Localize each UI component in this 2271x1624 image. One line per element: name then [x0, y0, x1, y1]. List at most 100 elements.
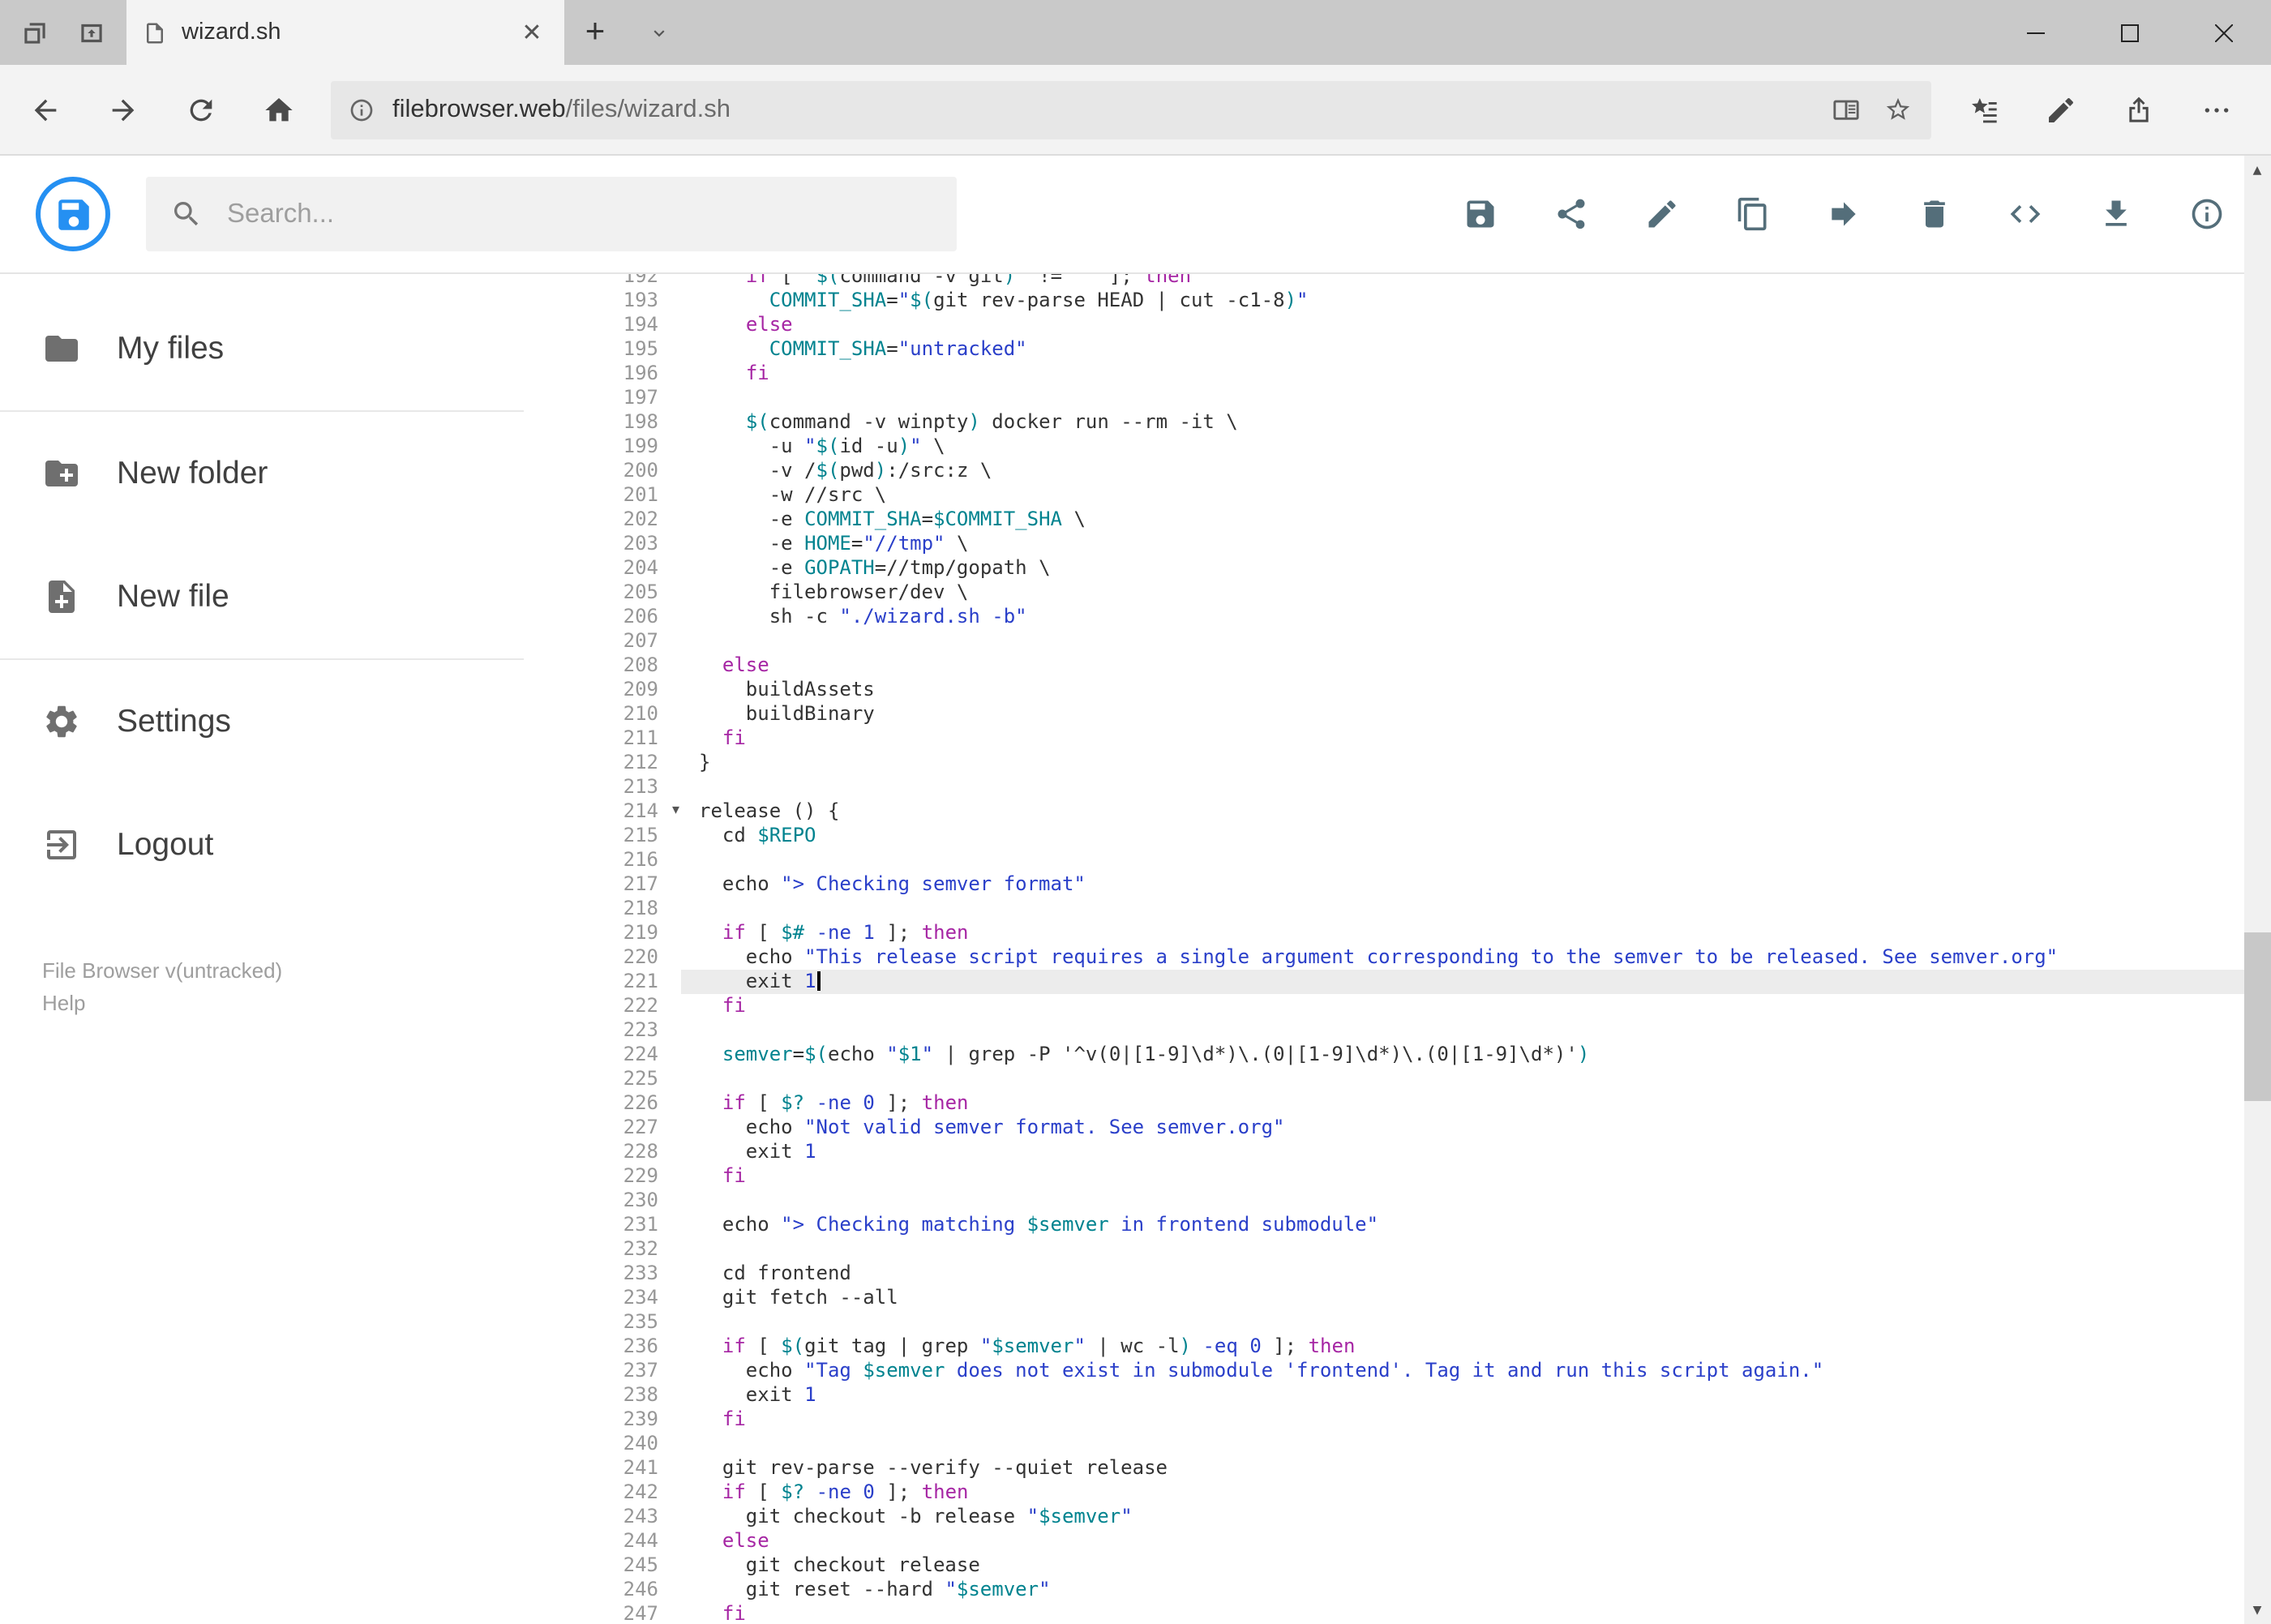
code-line[interactable]: 231 echo "> Checking matching $semver in… [524, 1213, 2243, 1237]
code-line[interactable]: 194 else [524, 313, 2243, 337]
fold-toggle-icon[interactable]: ▾ [672, 801, 679, 822]
code-line[interactable]: 235 [524, 1310, 2243, 1335]
code-line[interactable]: 224 semver=$(echo "$1" | grep -P '^v(0|[… [524, 1043, 2243, 1067]
code-line[interactable]: 198 $(command -v winpty) docker run --rm… [524, 410, 2243, 435]
sidebar-item-new-folder[interactable]: New folder [0, 412, 524, 535]
code-line[interactable]: 203 -e HOME="//tmp" \ [524, 532, 2243, 556]
code-line[interactable]: 218 [524, 897, 2243, 921]
code-line[interactable]: 228 exit 1 [524, 1140, 2243, 1164]
code-line[interactable]: 209 buildAssets [524, 678, 2243, 702]
code-line[interactable]: 201 -w //src \ [524, 483, 2243, 508]
code-line[interactable]: 236 if [ $(git tag | grep "$semver" | wc… [524, 1335, 2243, 1359]
code-line[interactable]: 239 fi [524, 1408, 2243, 1432]
code-line[interactable]: 242 if [ $? -ne 0 ]; then [524, 1480, 2243, 1505]
reading-view-icon[interactable] [1820, 84, 1872, 135]
code-line[interactable]: 206 sh -c "./wizard.sh -b" [524, 605, 2243, 629]
share-page-button[interactable] [2099, 74, 2177, 145]
code-line[interactable]: 220 echo "This release script requires a… [524, 945, 2243, 970]
share-button[interactable] [1551, 195, 1590, 234]
browser-tab[interactable]: wizard.sh ✕ [126, 0, 564, 65]
code-line[interactable]: 193 COMMIT_SHA="$(git rev-parse HEAD | c… [524, 289, 2243, 313]
code-line[interactable]: 223 [524, 1018, 2243, 1043]
code-line[interactable]: 216 [524, 848, 2243, 872]
more-actions-button[interactable] [2177, 74, 2255, 145]
code-line[interactable]: 208 else [524, 653, 2243, 678]
code-line[interactable]: 243 git checkout -b release "$semver" [524, 1505, 2243, 1529]
code-line[interactable]: 247 fi [524, 1602, 2243, 1624]
code-line[interactable]: 213 [524, 775, 2243, 799]
raw-code-button[interactable] [2005, 195, 2044, 234]
back-button[interactable] [6, 74, 84, 145]
forward-button[interactable] [84, 74, 162, 145]
code-line[interactable]: 217 echo "> Checking semver format" [524, 872, 2243, 897]
code-line[interactable]: 238 exit 1 [524, 1383, 2243, 1408]
tab-preview-icon[interactable] [19, 17, 50, 48]
code-line[interactable]: 219 if [ $# -ne 1 ]; then [524, 921, 2243, 945]
code-line[interactable]: 234 git fetch --all [524, 1286, 2243, 1310]
code-line[interactable]: 214 ▾ release () { [524, 799, 2243, 824]
help-link[interactable]: Help [42, 988, 524, 1020]
sidebar-item-logout[interactable]: Logout [0, 783, 524, 906]
set-tabs-aside-icon[interactable] [76, 17, 107, 48]
code-line[interactable]: 212} [524, 751, 2243, 775]
code-line[interactable]: 233 cd frontend [524, 1262, 2243, 1286]
scrollbar-thumb[interactable] [2243, 932, 2271, 1102]
window-close-button[interactable] [2177, 0, 2271, 65]
favorite-star-icon[interactable] [1872, 84, 1924, 135]
search-input[interactable] [224, 197, 932, 231]
url-text[interactable]: filebrowser.web/files/wizard.sh [392, 95, 1820, 124]
site-info-icon[interactable] [331, 96, 392, 122]
sidebar-item-new-file[interactable]: New file [0, 535, 524, 660]
download-button[interactable] [2096, 195, 2135, 234]
delete-button[interactable] [1914, 195, 1953, 234]
sidebar-item-settings[interactable]: Settings [0, 660, 524, 783]
code-line[interactable]: 229 fi [524, 1164, 2243, 1189]
sidebar-item-my-files[interactable]: My files [0, 287, 524, 412]
code-line[interactable]: 227 echo "Not valid semver format. See s… [524, 1116, 2243, 1140]
code-line[interactable]: 202 -e COMMIT_SHA=$COMMIT_SHA \ [524, 508, 2243, 532]
code-line[interactable]: 244 else [524, 1529, 2243, 1553]
code-line[interactable]: 192 if [ "$(command -v git)" != "" ]; th… [524, 274, 2243, 289]
code-line[interactable]: 200 -v /$(pwd):/src:z \ [524, 459, 2243, 483]
search-box[interactable] [146, 177, 957, 251]
code-line[interactable]: 226 if [ $? -ne 0 ]; then [524, 1091, 2243, 1116]
code-line[interactable]: 232 [524, 1237, 2243, 1262]
code-line[interactable]: 241 git rev-parse --verify --quiet relea… [524, 1456, 2243, 1480]
code-line[interactable]: 245 git checkout release [524, 1553, 2243, 1578]
code-line[interactable]: 221 exit 1 [524, 970, 2243, 994]
scroll-down-arrow-icon[interactable]: ▼ [2243, 1596, 2271, 1624]
code-line[interactable]: 225 [524, 1067, 2243, 1091]
web-note-button[interactable] [2021, 74, 2099, 145]
app-logo[interactable] [36, 177, 110, 251]
scroll-up-arrow-icon[interactable]: ▲ [2243, 156, 2271, 183]
tab-list-chevron-icon[interactable] [626, 0, 691, 65]
code-line[interactable]: 207 [524, 629, 2243, 653]
code-line[interactable]: 211 fi [524, 726, 2243, 751]
code-line[interactable]: 222 fi [524, 994, 2243, 1018]
code-editor[interactable]: 192 if [ "$(command -v git)" != "" ]; th… [524, 274, 2271, 1624]
address-bar[interactable]: filebrowser.web/files/wizard.sh [331, 80, 1930, 139]
code-line[interactable]: 237 echo "Tag $semver does not exist in … [524, 1359, 2243, 1383]
code-line[interactable]: 197 [524, 386, 2243, 410]
tab-close-icon[interactable]: ✕ [516, 20, 548, 45]
code-line[interactable]: 230 [524, 1189, 2243, 1213]
move-button[interactable] [1823, 195, 1862, 234]
code-line[interactable]: 246 git reset --hard "$semver" [524, 1578, 2243, 1602]
code-line[interactable]: 199 -u "$(id -u)" \ [524, 435, 2243, 459]
hub-favorites-button[interactable] [1943, 74, 2021, 145]
info-button[interactable] [2187, 195, 2226, 234]
code-line[interactable]: 215 cd $REPO [524, 824, 2243, 848]
page-scrollbar[interactable]: ▲ ▼ [2243, 156, 2271, 1624]
code-line[interactable]: 205 filebrowser/dev \ [524, 581, 2243, 605]
edit-button[interactable] [1642, 195, 1681, 234]
new-tab-button[interactable]: + [564, 0, 626, 65]
window-minimize-button[interactable] [1989, 0, 2083, 65]
window-maximize-button[interactable] [2083, 0, 2177, 65]
home-button[interactable] [240, 74, 318, 145]
code-line[interactable]: 204 -e GOPATH=//tmp/gopath \ [524, 556, 2243, 581]
copy-button[interactable] [1733, 195, 1772, 234]
code-line[interactable]: 240 [524, 1432, 2243, 1456]
code-line[interactable]: 196 fi [524, 362, 2243, 386]
refresh-button[interactable] [162, 74, 240, 145]
save-button[interactable] [1460, 195, 1499, 234]
